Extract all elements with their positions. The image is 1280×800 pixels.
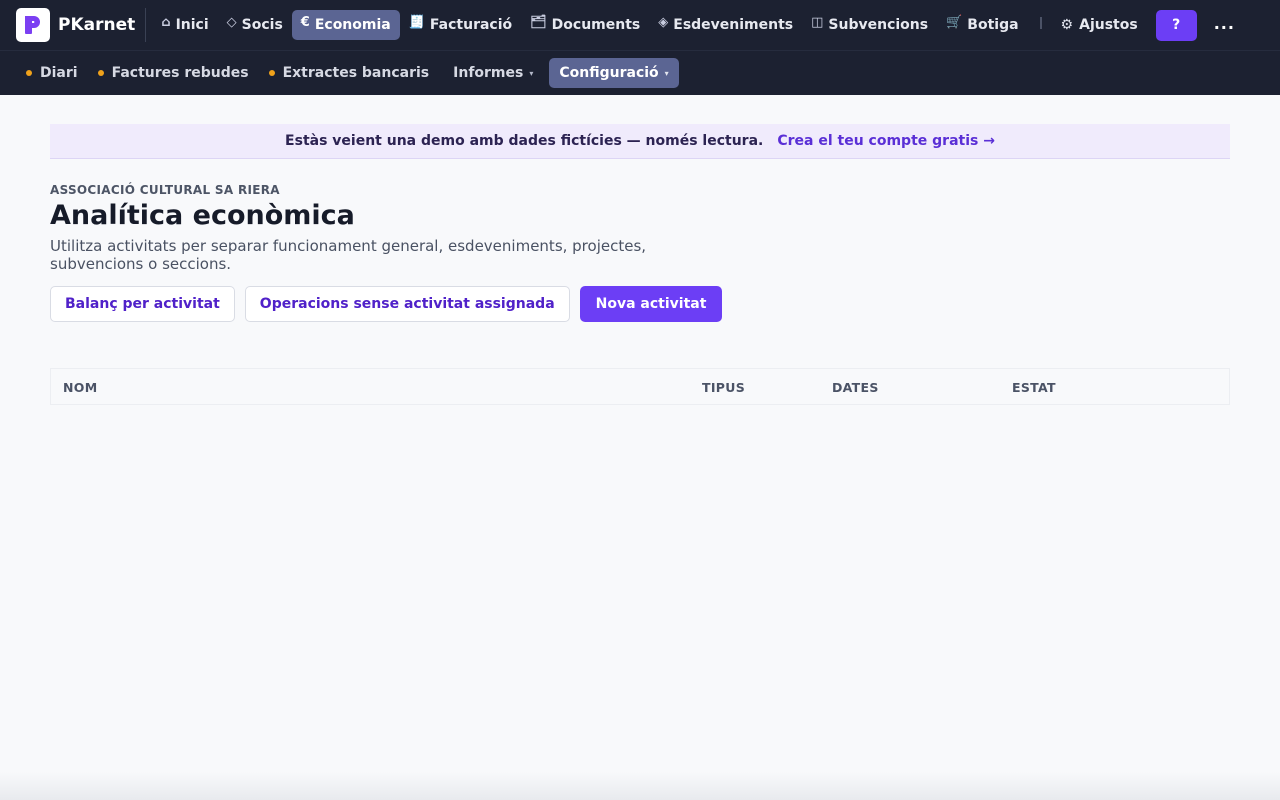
subnav-item-extractes-bancaris[interactable]: Extractes bancaris: [259, 58, 440, 88]
nav-item-inici[interactable]: ⌂ Inici: [152, 10, 217, 40]
column-header-tipus[interactable]: TIPUS: [702, 380, 745, 395]
nav-item-ajustos[interactable]: ⚙ Ajustos: [1052, 10, 1147, 40]
nav-item-facturacio[interactable]: 🧾 Facturació: [400, 10, 521, 40]
nav-item-label: Ajustos: [1079, 17, 1138, 33]
subnav-item-configuracio[interactable]: Configuració ▾: [549, 58, 679, 88]
unassigned-operations-button[interactable]: Operacions sense activitat assignada: [244, 286, 570, 322]
action-bar: Balanç per activitat Operacions sense ac…: [50, 286, 732, 322]
help-button[interactable]: ?: [1155, 9, 1197, 41]
nav-divider: [1039, 17, 1042, 29]
nav-item-economia[interactable]: € Economia: [291, 10, 400, 40]
page-title: Analítica econòmica: [50, 200, 355, 231]
euro-icon: €: [300, 14, 310, 30]
demo-banner: Estàs veient una demo amb dades fictície…: [50, 124, 1230, 159]
subnav-item-informes[interactable]: Informes ▾: [443, 58, 543, 88]
balance-by-activity-button[interactable]: Balanç per activitat: [50, 286, 235, 322]
nav-item-label: Socis: [241, 17, 283, 33]
nav-item-socis[interactable]: ◇ Socis: [218, 10, 292, 40]
brand-divider: [145, 8, 147, 42]
gear-icon: ⚙: [1060, 17, 1074, 33]
status-dot-icon: [26, 70, 32, 76]
folder-icon: 🗂: [530, 14, 547, 30]
subnav-item-factures-rebudes[interactable]: Factures rebudes: [88, 58, 259, 88]
subnav-item-label: Configuració: [559, 65, 659, 81]
nav-item-label: Documents: [551, 17, 641, 33]
brand-logo-icon: [16, 8, 50, 42]
main-nav: ⌂ Inici ◇ Socis € Economia 🧾 Facturació …: [152, 0, 1235, 50]
nav-item-label: Economia: [314, 17, 391, 33]
subnav-item-diari[interactable]: Diari: [16, 58, 88, 88]
brand-name: PKarnet: [58, 15, 136, 35]
nav-item-label: Facturació: [429, 17, 513, 33]
page-description: Utilitza activitats per separar funciona…: [50, 237, 647, 273]
diamond-icon: ◇: [226, 14, 237, 30]
nav-item-subvencions[interactable]: ◫ Subvencions: [802, 10, 937, 40]
brand[interactable]: PKarnet: [0, 0, 135, 50]
event-icon: ◈: [658, 14, 669, 30]
status-dot-icon: [268, 70, 275, 76]
cart-icon: 🛒: [946, 14, 963, 30]
nav-item-botiga[interactable]: 🛒 Botiga: [937, 10, 1027, 40]
demo-banner-text: Estàs veient una demo amb dades fictície…: [285, 133, 764, 149]
create-account-link[interactable]: Crea el teu compte gratis →: [777, 133, 995, 149]
new-activity-button[interactable]: Nova activitat: [579, 286, 723, 322]
subnav-item-label: Informes: [453, 65, 524, 81]
column-header-estat[interactable]: ESTAT: [1012, 380, 1056, 395]
nav-item-label: Botiga: [967, 17, 1019, 33]
nav-item-label: Subvencions: [828, 17, 929, 33]
activities-table: NOM TIPUS DATES ESTAT: [50, 368, 1230, 405]
receipt-icon: 🧾: [408, 14, 425, 30]
more-menu-button[interactable]: ...: [1214, 14, 1235, 33]
subnav-item-label: Diari: [40, 65, 78, 81]
nav-item-label: Inici: [175, 17, 209, 33]
status-dot-icon: [97, 70, 104, 76]
chevron-down-icon: ▾: [529, 68, 534, 78]
nav-item-documents[interactable]: 🗂 Documents: [521, 10, 649, 40]
subnav-item-label: Extractes bancaris: [282, 65, 430, 81]
column-header-nom[interactable]: NOM: [63, 380, 97, 395]
sub-navbar: Diari Factures rebudes Extractes bancari…: [0, 50, 1280, 95]
bottom-shadow: [0, 772, 1280, 800]
subnav-item-label: Factures rebudes: [111, 65, 249, 81]
book-icon: ◫: [811, 14, 824, 30]
chevron-down-icon: ▾: [664, 68, 669, 78]
column-header-dates[interactable]: DATES: [832, 380, 879, 395]
top-navbar: PKarnet ⌂ Inici ◇ Socis € Economia 🧾 Fac…: [0, 0, 1280, 50]
home-icon: ⌂: [161, 14, 171, 30]
nav-item-label: Esdeveniments: [673, 17, 794, 33]
organization-name: ASSOCIACIÓ CULTURAL SA RIERA: [50, 183, 280, 197]
nav-item-esdeveniments[interactable]: ◈ Esdeveniments: [649, 10, 802, 40]
